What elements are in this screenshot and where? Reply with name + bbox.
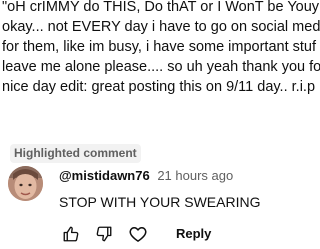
parent-comment-line: "oH crIMMY do THIS, Do thAT or I WonT be… [2,0,320,15]
comment-body: STOP WITH YOUR SWEARING [59,194,261,210]
heart-button[interactable] [126,222,150,246]
parent-comment-line: nice day edit: great posting this on 9/1… [2,79,316,95]
comment-timestamp[interactable]: 21 hours ago [157,168,233,183]
avatar-image [8,166,43,201]
parent-comment-line: leave me alone please.... so uh yeah tha… [2,59,320,75]
comment-header: @mistidawn76 21 hours ago [59,168,233,184]
thumbs-down-icon [96,226,112,242]
parent-comment-text: "oH crIMMY do THIS, Do thAT or I WonT be… [2,0,320,97]
comment-action-bar: Reply [59,222,219,246]
parent-comment-line: for them, like im busy, i have some impo… [2,39,317,55]
dislike-button[interactable] [92,222,116,246]
like-button[interactable] [59,222,83,246]
reply-button[interactable]: Reply [168,222,219,246]
highlighted-comment-label: Highlighted comment [10,144,141,163]
parent-comment-line: okay... not EVERY day i have to go on so… [2,19,320,35]
thumbs-up-icon [63,226,79,242]
avatar[interactable] [8,166,43,201]
comment-author[interactable]: @mistidawn76 [59,168,150,183]
heart-icon [129,227,147,242]
